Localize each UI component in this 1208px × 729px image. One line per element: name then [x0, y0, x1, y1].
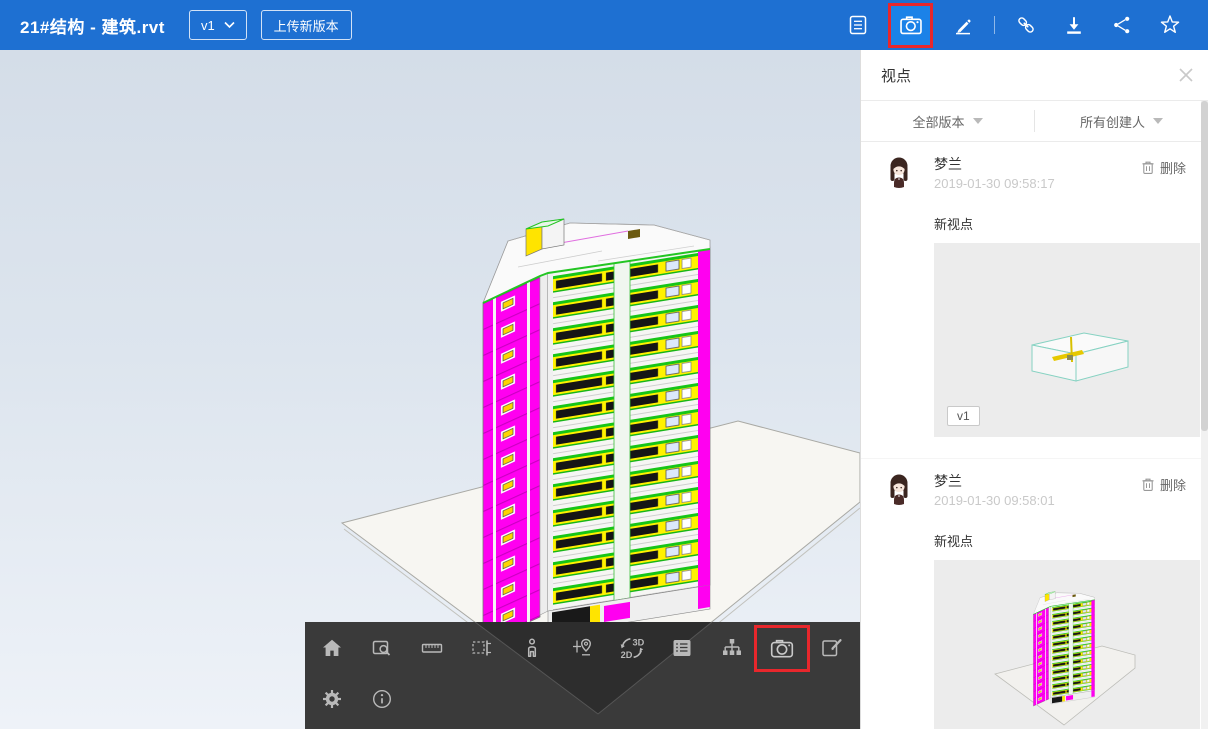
svg-text:3D: 3D	[633, 637, 645, 647]
panel-header: 视点	[861, 50, 1208, 101]
download-button[interactable]	[1056, 7, 1092, 43]
avatar	[884, 156, 914, 190]
delete-button[interactable]: 删除	[1141, 158, 1186, 177]
home-button[interactable]	[307, 622, 357, 674]
home-icon	[320, 636, 344, 660]
header-icon-group	[834, 3, 1208, 48]
delete-label: 删除	[1160, 158, 1186, 177]
delete-label: 删除	[1160, 475, 1186, 494]
header-divider	[994, 16, 995, 34]
viewpoint-item: 梦兰 2019-01-30 09:58:17 删除 新视点	[861, 142, 1208, 437]
timestamp: 2019-01-30 09:58:01	[934, 490, 1055, 511]
tree-icon	[720, 636, 744, 660]
upload-label: 上传新版本	[274, 16, 339, 35]
viewpoint-camera-button-active[interactable]	[888, 3, 933, 48]
creator-filter-label: 所有创建人	[1080, 112, 1145, 131]
upload-new-version-button[interactable]: 上传新版本	[261, 10, 352, 40]
viewpoint-item: 梦兰 2019-01-30 09:58:01 删除 新视点	[861, 458, 1208, 729]
2d-3d-toggle-icon: 3D 2D	[619, 635, 645, 661]
document-icon	[846, 13, 870, 37]
avatar	[884, 473, 914, 507]
favorite-button[interactable]	[1152, 7, 1188, 43]
bim-viewer-app: 21#结构 - 建筑.rvt v1 上传新版本	[0, 0, 1208, 729]
creator-filter-dropdown[interactable]: 所有创建人	[1035, 112, 1208, 131]
caret-down-icon	[973, 118, 983, 124]
viewpoint-thumbnail[interactable]: v1	[934, 243, 1200, 437]
edit-pencil-icon	[951, 13, 975, 37]
trash-icon	[1141, 160, 1155, 175]
map-pin-icon	[570, 636, 594, 660]
component-list-button[interactable]	[657, 622, 707, 674]
timestamp: 2019-01-30 09:58:17	[934, 173, 1055, 194]
chevron-down-icon	[224, 21, 235, 29]
viewpoint-thumbnail[interactable]: v1	[934, 560, 1200, 729]
download-icon	[1062, 13, 1086, 37]
toolbar-row-2	[307, 674, 407, 724]
viewpoint-panel: 视点 全部版本 所有创建人	[860, 50, 1208, 729]
toolbar-row-1: 3D 2D	[307, 622, 857, 674]
info-icon	[370, 687, 394, 711]
building-model	[483, 219, 710, 643]
caret-down-icon	[1153, 118, 1163, 124]
settings-button[interactable]	[307, 673, 357, 725]
markup-button[interactable]	[807, 622, 857, 674]
camera-icon	[769, 635, 795, 661]
viewpoint-name: 新视点	[934, 531, 1208, 550]
3d-viewport[interactable]: 3D 2D	[0, 50, 860, 729]
share-icon	[1110, 13, 1134, 37]
model-tree-button[interactable]	[707, 622, 757, 674]
camera-icon	[898, 12, 924, 38]
version-filter-label: 全部版本	[912, 112, 964, 131]
version-tag: v1	[947, 406, 980, 426]
panel-scrollbar	[1201, 101, 1208, 729]
toggle-2d-3d-button[interactable]: 3D 2D	[607, 622, 657, 674]
info-button[interactable]	[357, 673, 407, 725]
star-icon	[1158, 13, 1182, 37]
measure-button[interactable]	[407, 622, 457, 674]
thumbnail-scene	[934, 560, 1200, 729]
person-icon	[520, 636, 544, 660]
viewpoint-meta: 梦兰 2019-01-30 09:58:01	[934, 473, 1055, 511]
file-title: 21#结构 - 建筑.rvt	[20, 13, 165, 38]
gear-icon	[320, 687, 344, 711]
top-header: 21#结构 - 建筑.rvt v1 上传新版本	[0, 0, 1208, 50]
trash-icon	[1141, 477, 1155, 492]
markup-icon	[820, 636, 844, 660]
author-name: 梦兰	[934, 473, 1055, 490]
link-icon	[1014, 13, 1038, 37]
close-icon[interactable]	[1177, 66, 1195, 84]
version-dropdown[interactable]: v1	[189, 10, 247, 40]
zoom-window-icon	[370, 636, 394, 660]
section-box-button[interactable]	[457, 622, 507, 674]
viewpoint-meta: 梦兰 2019-01-30 09:58:17	[934, 156, 1055, 194]
panel-title: 视点	[881, 65, 911, 86]
annotate-button[interactable]	[945, 7, 981, 43]
viewpoint-item-header: 梦兰 2019-01-30 09:58:17 删除	[884, 156, 1186, 194]
zoom-window-button[interactable]	[357, 622, 407, 674]
scrollbar-thumb[interactable]	[1201, 101, 1208, 431]
properties-document-button[interactable]	[840, 7, 876, 43]
svg-text:2D: 2D	[621, 650, 633, 660]
minimap-button[interactable]	[557, 622, 607, 674]
author-name: 梦兰	[934, 156, 1055, 173]
snapshot-camera-button-active[interactable]	[754, 625, 810, 672]
viewpoint-name: 新视点	[934, 214, 1208, 233]
viewpoint-item-header: 梦兰 2019-01-30 09:58:01 删除	[884, 473, 1186, 511]
viewer-toolbar: 3D 2D	[305, 622, 860, 729]
panel-filters: 全部版本 所有创建人	[861, 101, 1208, 142]
share-button[interactable]	[1104, 7, 1140, 43]
version-label: v1	[201, 18, 215, 33]
walk-mode-button[interactable]	[507, 622, 557, 674]
share-link-button[interactable]	[1008, 7, 1044, 43]
ruler-icon	[420, 636, 444, 660]
section-box-icon	[470, 636, 494, 660]
version-filter-dropdown[interactable]: 全部版本	[861, 112, 1034, 131]
list-icon	[670, 636, 694, 660]
delete-button[interactable]: 删除	[1141, 475, 1186, 494]
